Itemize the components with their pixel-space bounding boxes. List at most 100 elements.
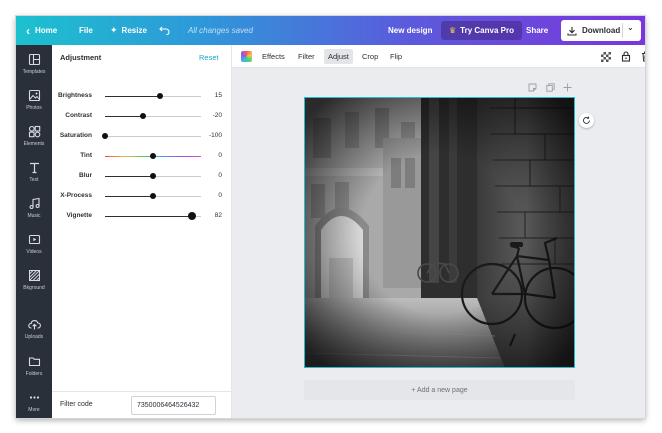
- slider-thumb[interactable]: [150, 173, 156, 179]
- share-button[interactable]: Share: [526, 16, 548, 45]
- folders-icon: [28, 357, 40, 367]
- slider-thumb[interactable]: [150, 193, 156, 199]
- rotate-icon: [583, 116, 590, 124]
- slider-label: Blur: [79, 172, 92, 179]
- tint-slider[interactable]: Tint 0: [52, 150, 232, 162]
- crop-button[interactable]: Crop: [362, 45, 378, 68]
- rotate-handle[interactable]: [579, 113, 594, 128]
- templates-icon: [28, 53, 40, 66]
- slider-value: -100: [208, 132, 222, 139]
- transparency-button[interactable]: [601, 45, 611, 68]
- slider-thumb[interactable]: [157, 93, 164, 99]
- photo-bicycle-archway: [305, 98, 574, 367]
- sidebar-item-elements[interactable]: Elements: [16, 125, 52, 157]
- slider-value: 0: [218, 192, 222, 199]
- brightness-slider[interactable]: Brightness 15: [52, 90, 232, 102]
- contrast-slider[interactable]: Contrast -20: [52, 110, 232, 122]
- slider-label: Brightness: [58, 92, 92, 99]
- new-design-button[interactable]: New design: [388, 16, 432, 45]
- sidebar-item-music[interactable]: Music: [16, 197, 52, 229]
- slider-track[interactable]: [105, 212, 201, 220]
- filter-code-label: Filter code: [60, 401, 93, 408]
- sidebar-item-label: Uploads: [24, 334, 44, 340]
- slider-thumb[interactable]: [188, 212, 197, 220]
- flip-button[interactable]: Flip: [390, 45, 402, 68]
- file-menu[interactable]: File: [79, 16, 93, 45]
- download-button[interactable]: Download ⌄: [561, 20, 641, 41]
- slider-fill: [105, 95, 161, 97]
- sidebar-item-photos[interactable]: Photos: [16, 89, 52, 121]
- undo-icon[interactable]: [159, 16, 170, 45]
- sidebar-item-templates[interactable]: Templates: [16, 53, 52, 85]
- x-process-slider[interactable]: X-Process 0: [52, 190, 232, 202]
- slider-track[interactable]: [102, 133, 201, 139]
- resize-label: Resize: [121, 26, 147, 35]
- sidebar-item-label: Videos: [26, 249, 42, 255]
- filter-button[interactable]: Filter: [298, 45, 315, 68]
- slider-track[interactable]: [105, 173, 201, 179]
- vignette-slider[interactable]: Vignette 82: [52, 210, 232, 222]
- filter-code-input[interactable]: [131, 396, 216, 415]
- add-page-icon[interactable]: [563, 83, 572, 93]
- reset-button[interactable]: Reset: [199, 53, 219, 62]
- color-swatch-button[interactable]: [241, 45, 252, 68]
- save-status: All changes saved: [188, 26, 253, 35]
- lock-button[interactable]: [621, 45, 631, 68]
- slider-label: Vignette: [66, 212, 92, 219]
- adjust-button[interactable]: Adjust: [324, 49, 353, 64]
- slider-value: 0: [218, 172, 222, 179]
- sidebar-item-label: Folders: [25, 371, 43, 377]
- delete-button[interactable]: [641, 45, 645, 68]
- sidebar-item-uploads[interactable]: Uploads: [16, 318, 52, 350]
- sparkle-icon: ✦: [110, 25, 118, 35]
- sidebar-item-label: Templates: [22, 69, 46, 75]
- download-icon: [567, 26, 577, 36]
- sidebar-item-text[interactable]: Text: [16, 161, 52, 193]
- sidebar-item-label: More: [28, 407, 40, 413]
- resize-button[interactable]: ✦ Resize: [110, 16, 147, 45]
- slider-track[interactable]: [105, 153, 201, 159]
- slider-fill: [105, 195, 153, 197]
- chevron-down-icon[interactable]: ⌄: [627, 23, 634, 32]
- home-button[interactable]: ‹ Home: [26, 16, 57, 45]
- sidebar-item-label: Photos: [26, 105, 42, 111]
- sidebar-item-more[interactable]: More: [16, 391, 52, 418]
- slider-value: -20: [212, 112, 222, 119]
- duplicate-page-icon[interactable]: [546, 83, 555, 93]
- slider-thumb[interactable]: [150, 153, 156, 159]
- slider-thumb[interactable]: [102, 133, 108, 139]
- slider-label: X-Process: [60, 192, 92, 199]
- sidebar-item-label: Bkground: [23, 285, 45, 291]
- color-palette-icon: [241, 51, 252, 62]
- videos-icon: [28, 234, 40, 245]
- page-notes-icon[interactable]: [528, 83, 537, 93]
- slider-fill: [105, 175, 153, 177]
- more-icon: [29, 396, 39, 399]
- sidebar-item-videos[interactable]: Videos: [16, 233, 52, 265]
- slider-value: 15: [214, 92, 222, 99]
- slider-thumb[interactable]: [140, 113, 147, 119]
- slider-track[interactable]: [105, 113, 201, 119]
- text-icon: [29, 162, 39, 174]
- lock-icon: [621, 51, 631, 62]
- add-new-page-button[interactable]: + Add a new page: [304, 380, 575, 400]
- elements-icon: [28, 125, 40, 138]
- music-icon: [29, 197, 40, 210]
- selected-photo[interactable]: [304, 97, 575, 368]
- saturation-slider[interactable]: Saturation -100: [52, 130, 232, 142]
- background-icon: [28, 270, 40, 281]
- slider-value: 82: [214, 212, 222, 219]
- try-pro-label: Try Canva Pro: [460, 26, 514, 35]
- slider-track[interactable]: [105, 93, 201, 99]
- sidebar-item-folders[interactable]: Folders: [16, 355, 52, 387]
- slider-track[interactable]: [105, 193, 201, 199]
- sidebar-item-background[interactable]: Bkground: [16, 269, 52, 301]
- filter-code-section: Filter code: [52, 391, 232, 418]
- try-canva-pro-button[interactable]: ♛ Try Canva Pro: [441, 21, 522, 40]
- transparency-icon: [601, 51, 611, 62]
- image-edit-toolbar: Effects Filter Adjust Crop Flip: [232, 45, 645, 68]
- sidebar-item-label: Text: [29, 177, 39, 183]
- effects-button[interactable]: Effects: [262, 45, 285, 68]
- slider-label: Contrast: [65, 112, 92, 119]
- blur-slider[interactable]: Blur 0: [52, 170, 232, 182]
